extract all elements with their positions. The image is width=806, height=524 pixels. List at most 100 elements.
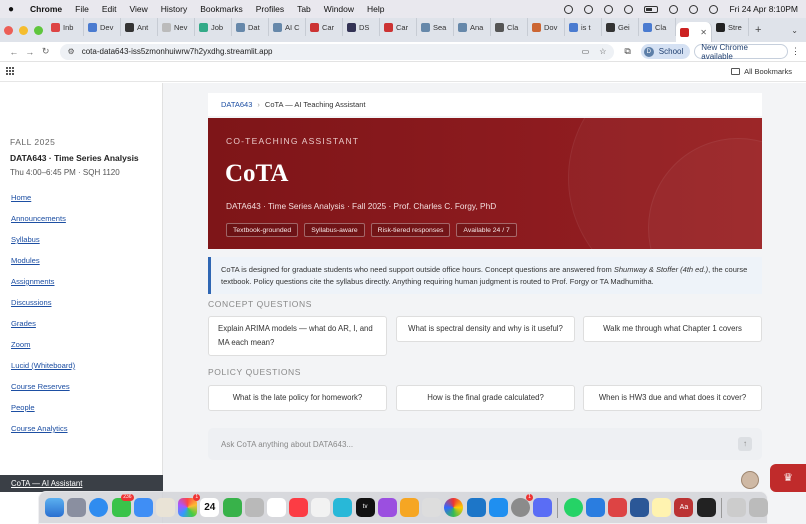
- address-bar[interactable]: ⚙ cota-data643-iss5zmonhuiwrw7h2yxdhg.st…: [59, 43, 615, 60]
- status-icon[interactable]: [584, 4, 594, 14]
- bookmark-star-icon[interactable]: ☆: [599, 47, 606, 56]
- downloads-icon[interactable]: [727, 498, 746, 517]
- apple-menu-icon[interactable]: ●: [8, 4, 18, 15]
- word-icon[interactable]: [630, 498, 650, 517]
- reload-icon[interactable]: ↻: [38, 46, 54, 57]
- browser-tab[interactable]: Cla: [639, 18, 676, 36]
- user-icon[interactable]: [709, 4, 719, 14]
- sidebar-item-announcements[interactable]: Announcements: [11, 214, 75, 235]
- back-icon[interactable]: ←: [6, 47, 22, 57]
- menu-view[interactable]: View: [129, 4, 147, 14]
- menu-history[interactable]: History: [161, 4, 187, 14]
- menu-profiles[interactable]: Profiles: [256, 4, 284, 14]
- app-store-icon[interactable]: [488, 498, 508, 517]
- avatar[interactable]: [741, 471, 759, 489]
- menu-tab[interactable]: Tab: [297, 4, 311, 14]
- search-icon[interactable]: [669, 4, 679, 14]
- browser-tab[interactable]: is t: [565, 18, 602, 36]
- concept-question-button[interactable]: Walk me through what Chapter 1 covers: [583, 316, 762, 342]
- browser-tab[interactable]: Dat: [232, 18, 269, 36]
- all-bookmarks-button[interactable]: All Bookmarks: [731, 67, 792, 76]
- policy-question-button[interactable]: How is the final grade calculated?: [396, 385, 575, 411]
- stickies-icon[interactable]: [652, 498, 672, 517]
- new-tab-icon[interactable]: +: [755, 24, 761, 36]
- browser-tab[interactable]: Sea: [417, 18, 454, 36]
- browser-tab[interactable]: Cla: [491, 18, 528, 36]
- browser-tab[interactable]: Inb: [47, 18, 84, 36]
- podcasts-icon[interactable]: [377, 498, 397, 517]
- browser-tab[interactable]: Ana: [454, 18, 491, 36]
- update-chrome-button[interactable]: New Chrome available: [694, 43, 788, 61]
- menu-app-name[interactable]: Chrome: [30, 4, 62, 14]
- photos-icon[interactable]: 1: [178, 494, 201, 517]
- menu-file[interactable]: File: [75, 4, 89, 14]
- trash-icon[interactable]: [749, 498, 769, 517]
- facetime-icon[interactable]: [222, 498, 242, 517]
- profile-button[interactable]: D School: [640, 44, 691, 59]
- concept-question-button[interactable]: What is spectral density and why is it u…: [396, 316, 575, 342]
- menu-bookmarks[interactable]: Bookmarks: [200, 4, 243, 14]
- more-menu-icon[interactable]: ⋮: [791, 46, 800, 57]
- browser-tab[interactable]: Stre: [712, 18, 749, 36]
- tv-icon[interactable]: tv: [355, 498, 375, 517]
- sidebar-item-discussions[interactable]: Discussions: [11, 298, 75, 319]
- cast-icon[interactable]: ▭: [582, 47, 590, 56]
- system-settings-icon[interactable]: 1: [510, 494, 533, 517]
- sidebar-item-zoom[interactable]: Zoom: [11, 340, 75, 361]
- send-arrow-icon[interactable]: ↑: [738, 437, 752, 451]
- sidebar-item-home[interactable]: Home: [11, 193, 75, 214]
- sidebar-item-course-analytics[interactable]: Course Analytics: [11, 424, 75, 445]
- app-badge-button[interactable]: ♛: [770, 464, 806, 492]
- browser-tab[interactable]: Nev: [158, 18, 195, 36]
- claude-icon[interactable]: [607, 498, 627, 517]
- browser-tab-active[interactable]: ✕: [676, 22, 712, 42]
- breadcrumb-course-link[interactable]: DATA643: [221, 100, 252, 109]
- calendar-icon[interactable]: 24: [200, 498, 220, 517]
- sidebar-item-cota-active[interactable]: CoTA — AI Assistant: [0, 475, 163, 492]
- finder-icon[interactable]: [45, 498, 64, 517]
- reminders-icon[interactable]: [266, 498, 286, 517]
- chevron-down-icon[interactable]: ⌄: [791, 26, 798, 35]
- browser-tab[interactable]: DS: [343, 18, 380, 36]
- browser-tab[interactable]: Car: [306, 18, 343, 36]
- forward-icon[interactable]: →: [22, 47, 38, 57]
- stocks-icon[interactable]: [333, 498, 353, 517]
- menu-window[interactable]: Window: [324, 4, 354, 14]
- sidebar-item-lucid-whiteboard[interactable]: Lucid (Whiteboard): [11, 361, 75, 382]
- contacts-icon[interactable]: [244, 498, 264, 517]
- vscode-icon[interactable]: [466, 498, 486, 517]
- battery-icon[interactable]: [644, 5, 659, 13]
- zoom-icon[interactable]: [585, 498, 605, 517]
- mail-icon[interactable]: [133, 498, 153, 517]
- apps-grid-icon[interactable]: [6, 67, 15, 76]
- address-url[interactable]: cota-data643-iss5zmonhuiwrw7h2yxdhg.stre…: [82, 47, 273, 56]
- control-center-icon[interactable]: [689, 4, 699, 14]
- sidebar-item-people[interactable]: People: [11, 403, 75, 424]
- chat-input[interactable]: Ask CoTA anything about DATA643... ↑: [208, 428, 762, 460]
- menu-help[interactable]: Help: [367, 4, 384, 14]
- policy-question-button[interactable]: When is HW3 due and what does it cover?: [583, 385, 762, 411]
- browser-tab[interactable]: Dov: [528, 18, 565, 36]
- wifi-icon[interactable]: [624, 4, 634, 14]
- status-icon[interactable]: [604, 4, 614, 14]
- menu-edit[interactable]: Edit: [102, 4, 117, 14]
- window-close-button[interactable]: [4, 25, 13, 35]
- sidebar-item-grades[interactable]: Grades: [11, 319, 75, 340]
- concept-question-button[interactable]: Explain ARIMA models — what do AR, I, an…: [208, 316, 387, 356]
- window-minimize-button[interactable]: [19, 25, 28, 35]
- browser-tab[interactable]: Ant: [121, 18, 158, 36]
- window-zoom-button[interactable]: [34, 25, 43, 35]
- safari-icon[interactable]: [89, 498, 109, 517]
- close-tab-icon[interactable]: ✕: [700, 28, 707, 37]
- sidebar-item-modules[interactable]: Modules: [11, 256, 75, 277]
- dictionary-icon[interactable]: Aa: [674, 498, 694, 517]
- policy-question-button[interactable]: What is the late policy for homework?: [208, 385, 387, 411]
- messages-icon[interactable]: 236: [111, 494, 134, 517]
- freeform-icon[interactable]: [311, 498, 331, 517]
- browser-tab[interactable]: Gei: [602, 18, 639, 36]
- sidebar-item-assignments[interactable]: Assignments: [11, 277, 75, 298]
- maps-icon[interactable]: [155, 498, 175, 517]
- browser-tab[interactable]: Car: [380, 18, 417, 36]
- whatsapp-icon[interactable]: [563, 498, 583, 517]
- sidebar-item-syllabus[interactable]: Syllabus: [11, 235, 75, 256]
